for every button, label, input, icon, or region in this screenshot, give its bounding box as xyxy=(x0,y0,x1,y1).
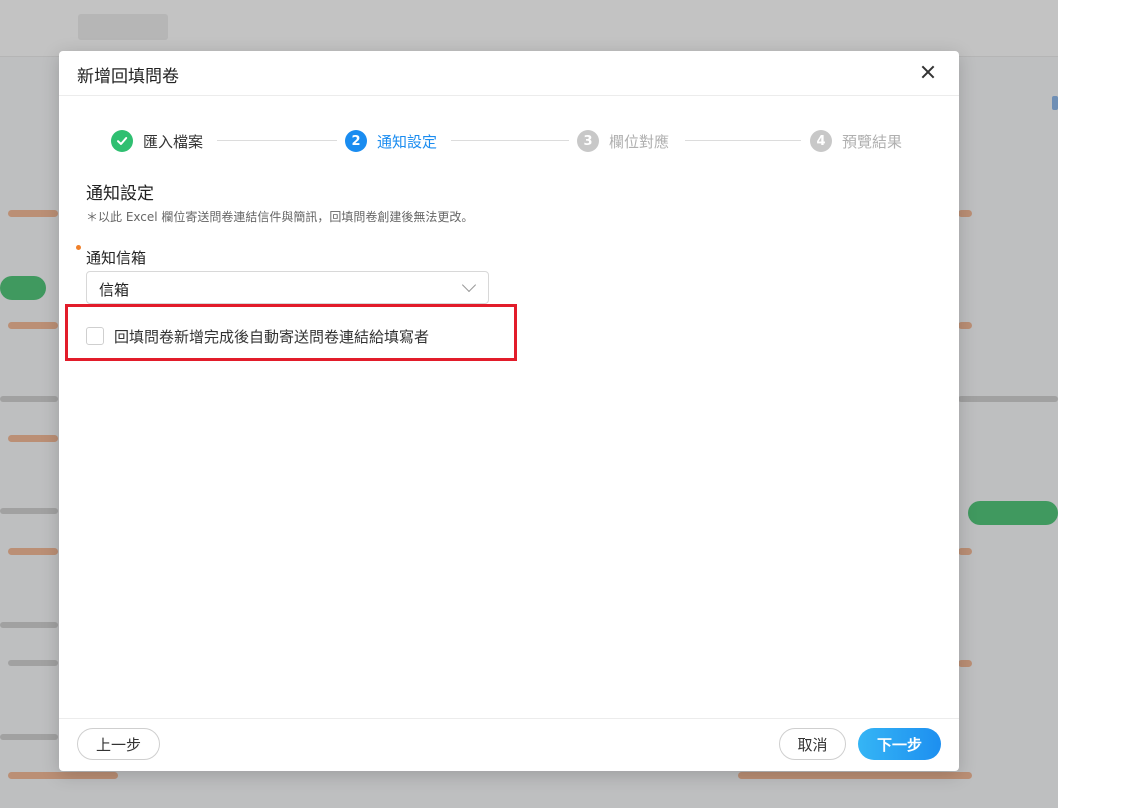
required-dot xyxy=(76,245,81,250)
notification-email-select[interactable]: 信箱 xyxy=(86,271,489,304)
step-field-mapping: 3 欄位對應 xyxy=(577,129,669,153)
step-preview-results: 4 預覽結果 xyxy=(810,129,902,153)
step-label: 匯入檔案 xyxy=(143,132,204,151)
close-icon[interactable] xyxy=(917,61,939,83)
stepper: 匯入檔案 2 通知設定 3 欄位對應 4 預覽結果 xyxy=(111,129,911,153)
cancel-button[interactable]: 取消 xyxy=(779,728,846,760)
step-label: 欄位對應 xyxy=(609,132,670,151)
step-label: 預覽結果 xyxy=(842,132,903,151)
step-connector xyxy=(685,140,801,141)
modal-footer: 上一步 取消 下一步 xyxy=(59,718,959,771)
modal-header: 新增回填問卷 xyxy=(59,51,959,96)
step-connector xyxy=(217,140,337,141)
section-title: 通知設定 xyxy=(86,184,154,204)
step-import-file: 匯入檔案 xyxy=(111,129,203,153)
step-notification-settings: 2 通知設定 xyxy=(345,129,437,153)
check-icon xyxy=(111,130,133,152)
section-description: ＊以此 Excel 欄位寄送問卷連結信件與簡訊，回填問卷創建後無法更改。 xyxy=(86,210,474,224)
step-number: 3 xyxy=(577,130,599,152)
step-label: 通知設定 xyxy=(377,132,438,151)
add-survey-modal: 新增回填問卷 匯入檔案 2 通知設定 3 欄位對應 4 預覽結果 通知設定 ＊以… xyxy=(59,51,959,771)
notification-email-label: 通知信箱 xyxy=(76,245,147,268)
step-number: 2 xyxy=(345,130,367,152)
field-label-text: 通知信箱 xyxy=(86,249,147,267)
annotation-highlight-box xyxy=(65,304,517,361)
chevron-down-icon xyxy=(461,277,477,293)
select-value: 信箱 xyxy=(99,281,130,299)
step-connector xyxy=(451,140,569,141)
modal-title: 新增回填問卷 xyxy=(77,67,179,87)
previous-step-button[interactable]: 上一步 xyxy=(77,728,160,760)
next-step-button[interactable]: 下一步 xyxy=(858,728,941,760)
step-number: 4 xyxy=(810,130,832,152)
